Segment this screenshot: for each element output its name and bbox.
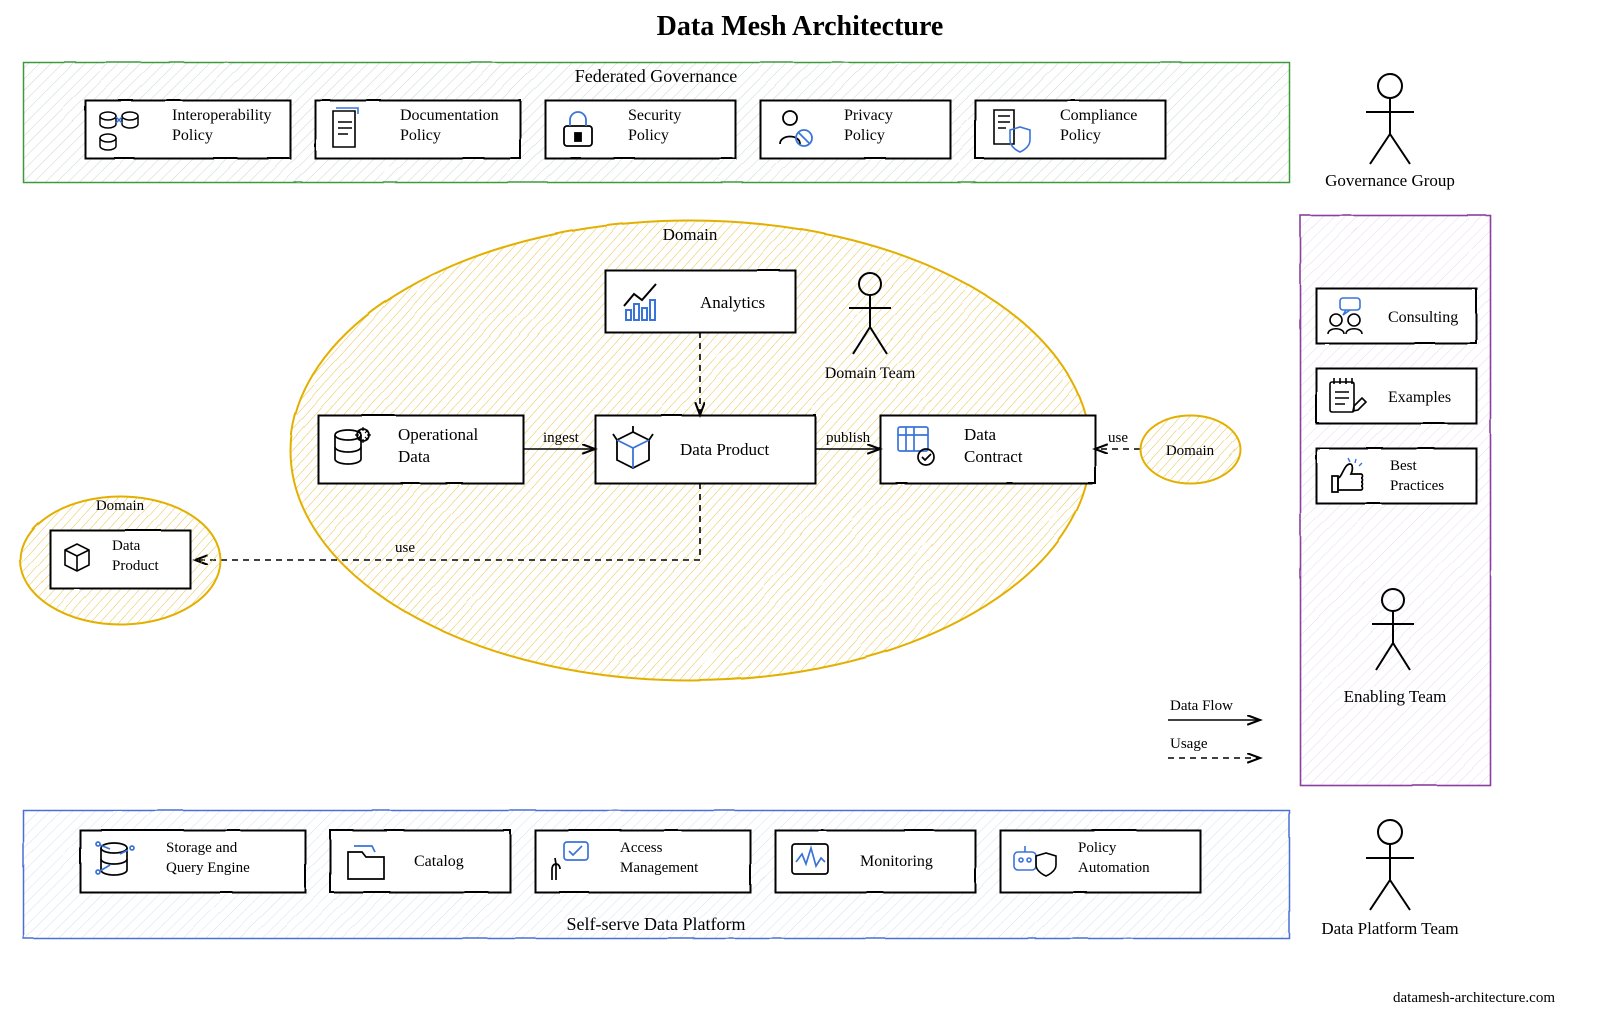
stick-figure-governance	[1366, 74, 1414, 164]
svg-text:Domain: Domain	[96, 498, 145, 514]
platform-monitoring: Monitoring	[775, 830, 975, 892]
svg-text:Storage and: Storage and	[166, 840, 238, 856]
edge-use-right: use	[1108, 430, 1128, 446]
svg-text:Practices: Practices	[1390, 478, 1444, 494]
svg-text:Monitoring: Monitoring	[860, 853, 933, 870]
domain-label: Domain	[663, 225, 718, 244]
policy-privacy: Privacy Policy	[760, 100, 950, 158]
platform-access: Access Management	[535, 830, 750, 892]
edge-use-left: use	[395, 540, 415, 556]
svg-text:Policy: Policy	[400, 127, 441, 144]
enabling-examples: Examples	[1316, 368, 1476, 423]
governance-label: Federated Governance	[575, 66, 737, 86]
enabling-best-practices: Best Practices	[1316, 448, 1476, 503]
svg-text:Security: Security	[628, 107, 681, 124]
svg-text:Policy: Policy	[628, 127, 669, 144]
svg-text:Domain: Domain	[1166, 443, 1215, 459]
svg-text:Policy: Policy	[844, 127, 885, 144]
policy-security: Security Policy	[545, 100, 735, 158]
svg-text:Product: Product	[112, 558, 159, 574]
page-title: Data Mesh Architecture	[657, 11, 944, 42]
stick-figure-platform	[1366, 820, 1414, 910]
edge-publish-label: publish	[826, 430, 871, 446]
platform-team-label: Data Platform Team	[1321, 919, 1458, 938]
data-product-box: Data Product	[595, 415, 815, 483]
platform-label: Self-serve Data Platform	[567, 914, 746, 934]
left-domain-zone: Domain Data Product	[20, 496, 220, 624]
operational-data-box: Operational Data	[318, 415, 523, 483]
right-domain-zone: Domain	[1140, 415, 1240, 483]
svg-text:Operational: Operational	[398, 425, 479, 444]
data-contract-box: Data Contract	[880, 415, 1095, 483]
svg-text:Catalog: Catalog	[414, 853, 464, 870]
policy-documentation: Documentation Policy	[315, 100, 520, 158]
svg-text:Documentation: Documentation	[400, 107, 499, 124]
svg-text:Compliance: Compliance	[1060, 107, 1137, 124]
svg-text:Privacy: Privacy	[844, 107, 893, 124]
svg-text:Query Engine: Query Engine	[166, 860, 250, 876]
enabling-team-label: Enabling Team	[1344, 687, 1447, 706]
svg-text:Data: Data	[398, 447, 431, 466]
svg-text:Policy: Policy	[1078, 840, 1117, 856]
svg-text:Consulting: Consulting	[1388, 309, 1458, 326]
platform-catalog: Catalog	[330, 830, 510, 892]
svg-text:Data Flow: Data Flow	[1170, 698, 1233, 714]
svg-text:Analytics: Analytics	[700, 293, 765, 312]
analytics-box: Analytics	[605, 270, 795, 332]
domain-team-label: Domain Team	[825, 365, 916, 382]
svg-text:Contract: Contract	[964, 447, 1023, 466]
svg-text:Automation: Automation	[1078, 860, 1150, 876]
svg-text:Interoperability: Interoperability	[172, 107, 272, 124]
policy-compliance: Compliance Policy	[975, 100, 1165, 158]
svg-text:Policy: Policy	[172, 127, 213, 144]
svg-text:Data Product: Data Product	[680, 440, 770, 459]
footer-link: datamesh-architecture.com	[1393, 990, 1555, 1006]
policy-interoperability: Interoperability Policy	[85, 100, 290, 158]
platform-policy-automation: Policy Automation	[1000, 830, 1200, 892]
governance-team-label: Governance Group	[1325, 171, 1455, 190]
svg-text:Examples: Examples	[1388, 389, 1451, 406]
svg-text:Best: Best	[1390, 458, 1418, 474]
svg-text:Usage: Usage	[1170, 736, 1208, 752]
svg-text:Policy: Policy	[1060, 127, 1101, 144]
edge-ingest-label: ingest	[543, 430, 580, 446]
svg-text:Data: Data	[112, 538, 141, 554]
svg-text:Management: Management	[620, 860, 699, 876]
platform-storage: Storage and Query Engine	[80, 830, 305, 892]
legend: Data Flow Usage	[1168, 698, 1260, 758]
svg-text:Access: Access	[620, 840, 663, 856]
svg-text:Data: Data	[964, 425, 997, 444]
enabling-consulting: Consulting	[1316, 288, 1476, 343]
